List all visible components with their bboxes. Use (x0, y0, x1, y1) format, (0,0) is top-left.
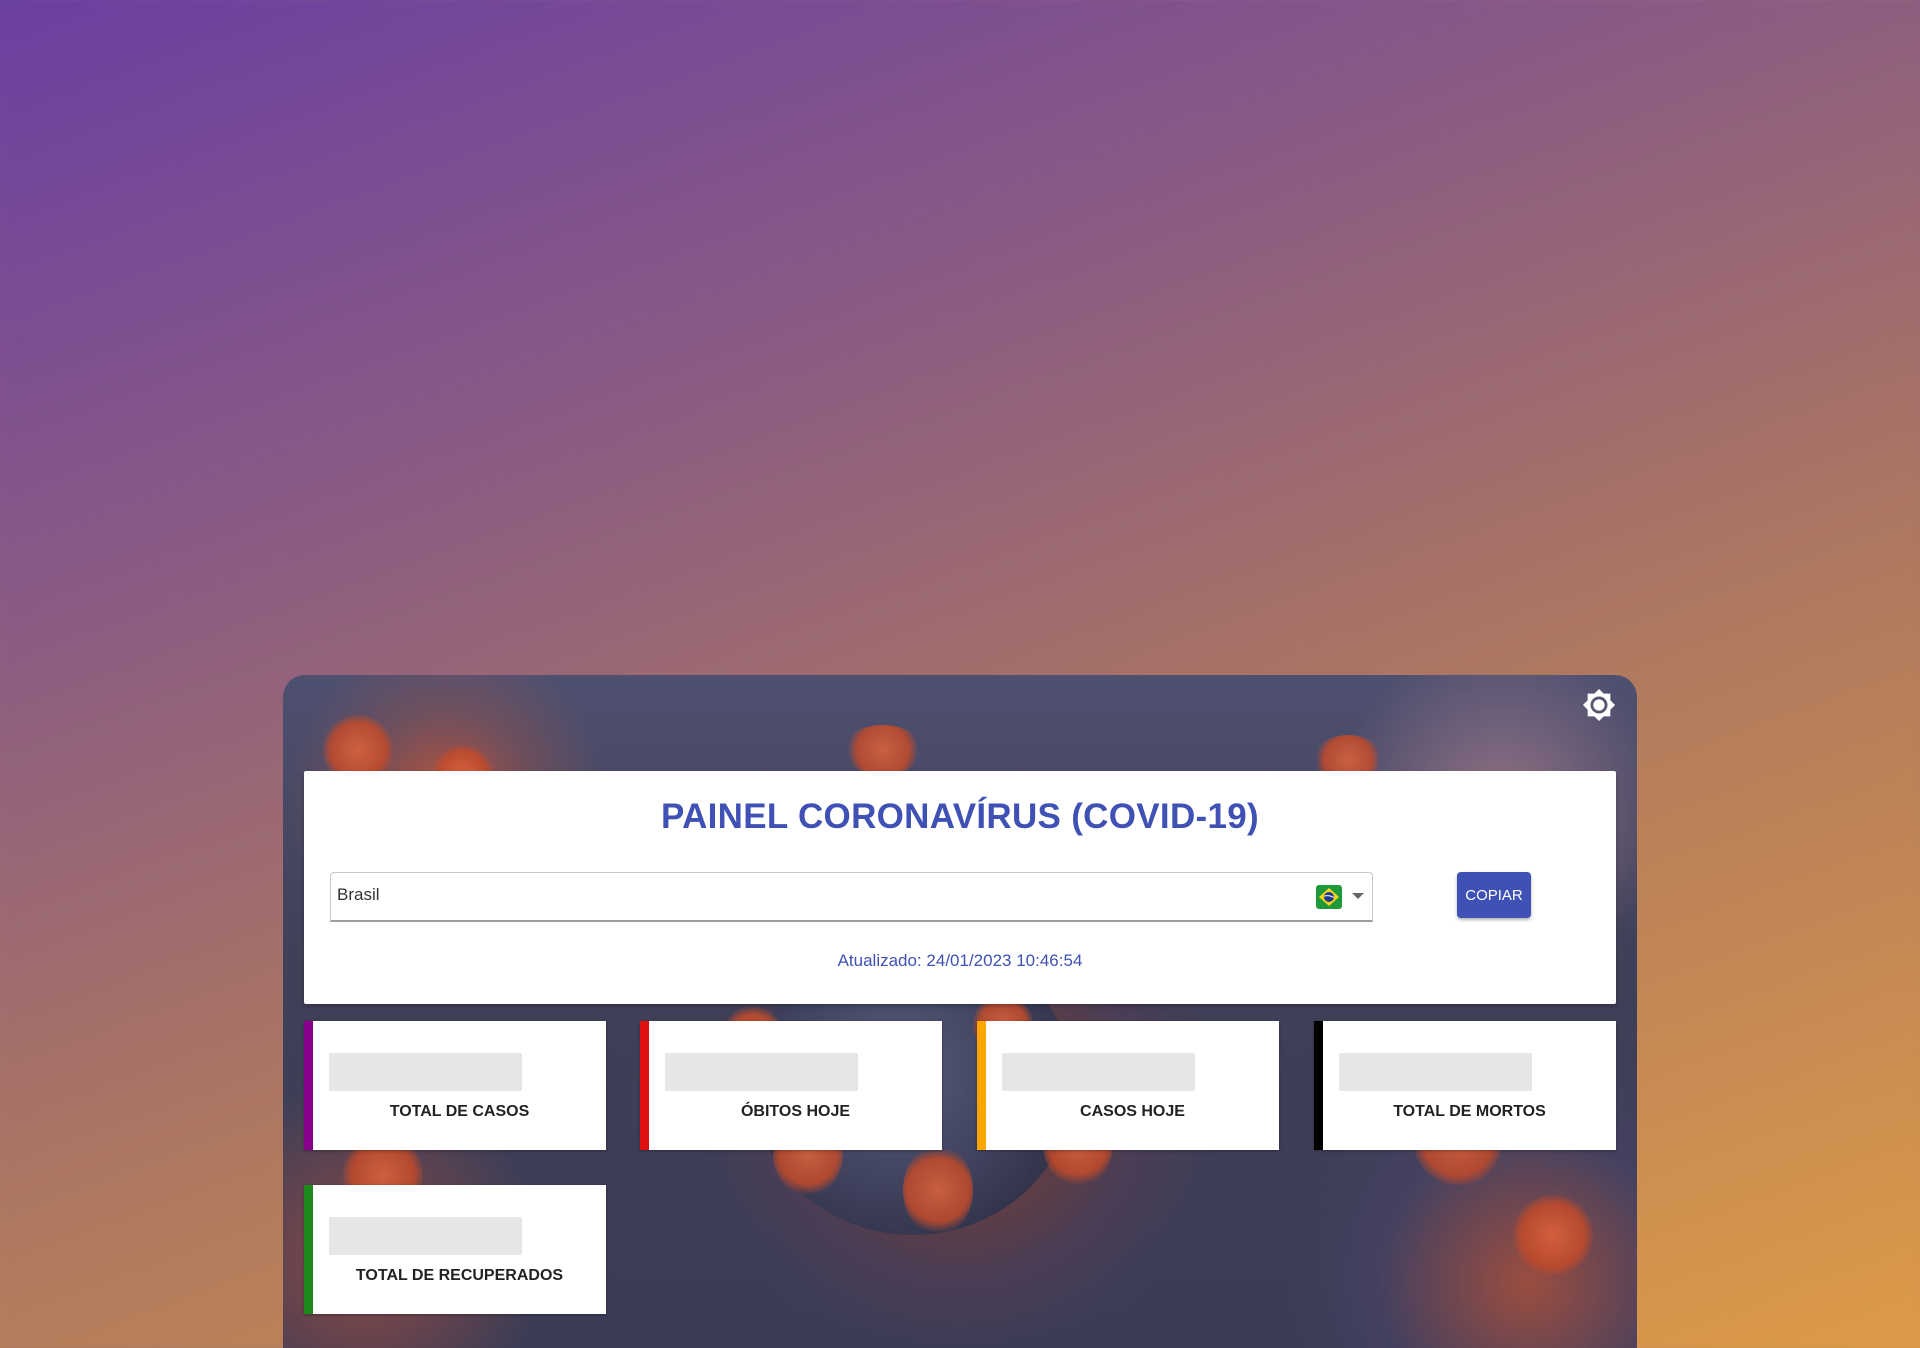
chevron-down-icon (1352, 893, 1364, 899)
header-card: PAINEL CORONAVÍRUS (COVID-19) Brasil COP… (304, 771, 1616, 1004)
stat-card-total-recovered: TOTAL DE RECUPERADOS (304, 1185, 606, 1314)
stat-card-cases-today: CASOS HOJE (977, 1021, 1279, 1150)
updated-timestamp: Atualizado: 24/01/2023 10:46:54 (837, 951, 1083, 970)
virus-spike (843, 725, 923, 775)
stat-card-accent (304, 1185, 313, 1314)
virus-spike (1513, 1195, 1593, 1275)
stat-card-total-deaths: TOTAL DE MORTOS (1314, 1021, 1616, 1150)
page-title: PAINEL CORONAVÍRUS (COVID-19) (661, 797, 1259, 836)
loading-placeholder (665, 1053, 858, 1091)
stat-card-deaths-today: ÓBITOS HOJE (640, 1021, 942, 1150)
stat-card-label: TOTAL DE CASOS (389, 1103, 530, 1120)
stat-card-accent (640, 1021, 649, 1150)
stat-card-total-cases: TOTAL DE CASOS (304, 1021, 606, 1150)
loading-placeholder (1002, 1053, 1195, 1091)
stat-card-label: CASOS HOJE (1080, 1103, 1185, 1120)
country-select[interactable]: Brasil (330, 872, 1373, 922)
loading-placeholder (329, 1053, 522, 1091)
country-select-value: Brasil (337, 885, 380, 904)
stat-card-accent (1314, 1021, 1323, 1150)
virus-spike (903, 1145, 973, 1235)
stat-card-accent (304, 1021, 313, 1150)
loading-placeholder (329, 1217, 522, 1255)
loading-placeholder (1339, 1053, 1532, 1091)
stat-card-label: TOTAL DE RECUPERADOS (355, 1267, 564, 1284)
stat-card-accent (977, 1021, 986, 1150)
stat-card-label: ÓBITOS HOJE (740, 1103, 851, 1120)
brightness-icon (1582, 688, 1616, 722)
stat-card-label: TOTAL DE MORTOS (1393, 1103, 1546, 1120)
brazil-flag-icon (1316, 885, 1342, 909)
copy-button[interactable]: COPIAR (1457, 872, 1531, 918)
app-window: PAINEL CORONAVÍRUS (COVID-19) Brasil COP… (283, 675, 1637, 1348)
theme-toggle-button[interactable] (1581, 687, 1617, 723)
